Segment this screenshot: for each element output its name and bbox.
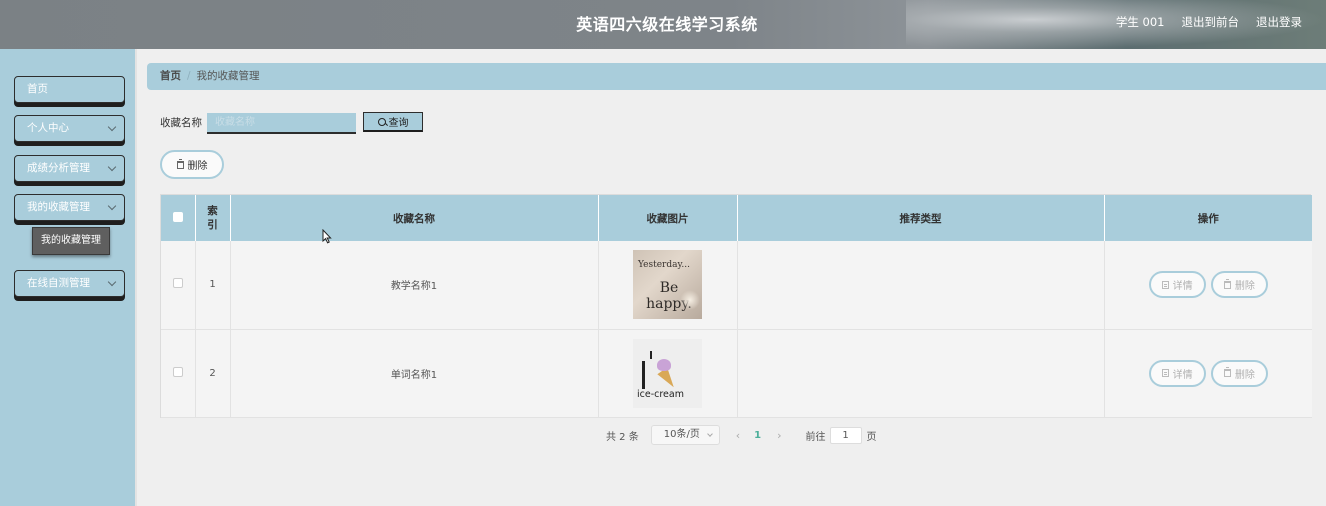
sidebar-item-personal-center[interactable]: 个人中心 [14,115,125,142]
breadcrumb-current: 我的收藏管理 [196,70,260,82]
search-input[interactable] [207,113,356,134]
goto-label: 前往 [805,431,826,443]
header-select-all[interactable] [161,195,196,241]
delete-label: 删除 [1234,369,1255,381]
prev-page-button[interactable]: ‹ [736,429,740,442]
next-page-button[interactable]: › [777,429,781,442]
goto-unit: 页 [866,431,877,443]
detail-label: 详情 [1172,281,1193,293]
row-checkbox[interactable] [172,278,183,289]
sidebar: 首页 个人中心 成绩分析管理 我的收藏管理 我的收藏管理 在线自测管理 [0,49,137,506]
sidebar-item-online-test[interactable]: 在线自测管理 [14,270,125,297]
search-icon [377,117,386,126]
table-row: 1 教学名称1 Yesterday... Be happy. 详情 删除 [161,241,1312,330]
delete-button[interactable]: 删除 [1210,359,1268,387]
thumbnail-text: Yesterday... [638,260,690,271]
detail-label: 详情 [1172,369,1193,381]
goto-page-input[interactable]: 1 [829,426,862,444]
row-ops: 详情 删除 [1104,241,1312,330]
sidebar-item-label: 首页 [27,83,48,95]
header-image: 收藏图片 [598,195,738,241]
trash-icon [1223,278,1231,289]
row-image-cell: Yesterday... Be happy. [598,241,738,330]
search-label: 收藏名称 [160,117,202,129]
delete-label: 删除 [1234,281,1255,293]
document-icon [1161,369,1169,377]
row-index: 2 [195,329,231,418]
sidebar-item-label: 成绩分析管理 [27,162,90,174]
top-header: 英语四六级在线学习系统 学生 001 退出到前台 退出登录 [0,0,1326,49]
batch-delete-label: 删除 [187,161,208,172]
breadcrumb: 首页 / 我的收藏管理 [147,63,1326,90]
logout-link[interactable]: 退出登录 [1256,14,1302,30]
ice-cream-scoop-icon [657,358,671,371]
row-select-cell[interactable] [161,241,196,330]
search-button-label: 查询 [388,118,409,129]
breadcrumb-home[interactable]: 首页 [160,70,181,82]
header-nav: 学生 001 退出到前台 退出登录 [1116,14,1302,30]
header-name: 收藏名称 [230,195,599,241]
chevron-down-icon [107,162,117,172]
sidebar-item-favorites[interactable]: 我的收藏管理 [14,194,125,221]
row-image-cell: ice-cream [598,329,738,418]
row-name: 单词名称1 [230,329,599,418]
thumbnail-glyph [650,350,652,359]
current-user: 学生 001 [1115,15,1165,29]
row-select-cell[interactable] [161,329,196,418]
favorites-table: 索引 收藏名称 收藏图片 推荐类型 操作 1 教学名称1 Yesterday..… [160,194,1312,418]
document-icon [1161,280,1169,289]
search-button[interactable]: 查询 [363,112,423,132]
table-row: 2 单词名称1 ice-cream 详情 删除 [161,329,1312,418]
header-type: 推荐类型 [737,195,1105,241]
thumbnail-text: ice-cream [637,388,684,400]
chevron-down-icon [107,201,117,211]
row-thumbnail-image: Yesterday... Be happy. [633,250,702,320]
row-type [737,241,1105,330]
chevron-down-icon [107,122,117,132]
page-size-select[interactable]: 10条/页 [650,425,720,445]
select-all-checkbox[interactable] [172,211,183,222]
page-number-current[interactable]: 1 [754,430,761,441]
sidebar-item-home[interactable]: 首页 [14,76,125,103]
sidebar-item-label: 在线自测管理 [27,277,90,289]
table-header-row: 索引 收藏名称 收藏图片 推荐类型 操作 [161,195,1312,241]
row-ops: 详情 删除 [1104,329,1312,418]
pagination-total: 共 2 条 [606,431,639,443]
delete-button[interactable]: 删除 [1210,271,1268,299]
row-type [737,329,1105,418]
pagination: 共 2 条 10条/页 ‹ 1 › 前往 1 页 [606,425,877,445]
batch-delete-button[interactable]: 删除 [160,150,224,179]
header-ops: 操作 [1104,195,1312,241]
chevron-down-icon [706,431,713,437]
detail-button[interactable]: 详情 [1148,359,1206,387]
sidebar-item-score-analysis[interactable]: 成绩分析管理 [14,155,125,182]
detail-button[interactable]: 详情 [1148,271,1206,299]
row-checkbox[interactable] [172,366,183,377]
sidebar-item-label: 我的收藏管理 [27,201,90,213]
trash-icon [1223,367,1231,377]
row-thumbnail-image: ice-cream [633,338,702,408]
sidebar-item-label: 个人中心 [27,122,69,134]
breadcrumb-separator: / [187,70,191,82]
row-name: 教学名称1 [230,241,599,330]
header-index: 索引 [195,195,231,241]
sidebar-subitem-my-favorites[interactable]: 我的收藏管理 [32,227,110,255]
back-to-front-link[interactable]: 退出到前台 [1182,14,1240,30]
trash-icon [176,158,184,169]
thumbnail-glyph [642,360,645,389]
page-size-value: 10条/页 [663,429,700,440]
chevron-down-icon [107,277,117,287]
row-index: 1 [195,241,231,330]
